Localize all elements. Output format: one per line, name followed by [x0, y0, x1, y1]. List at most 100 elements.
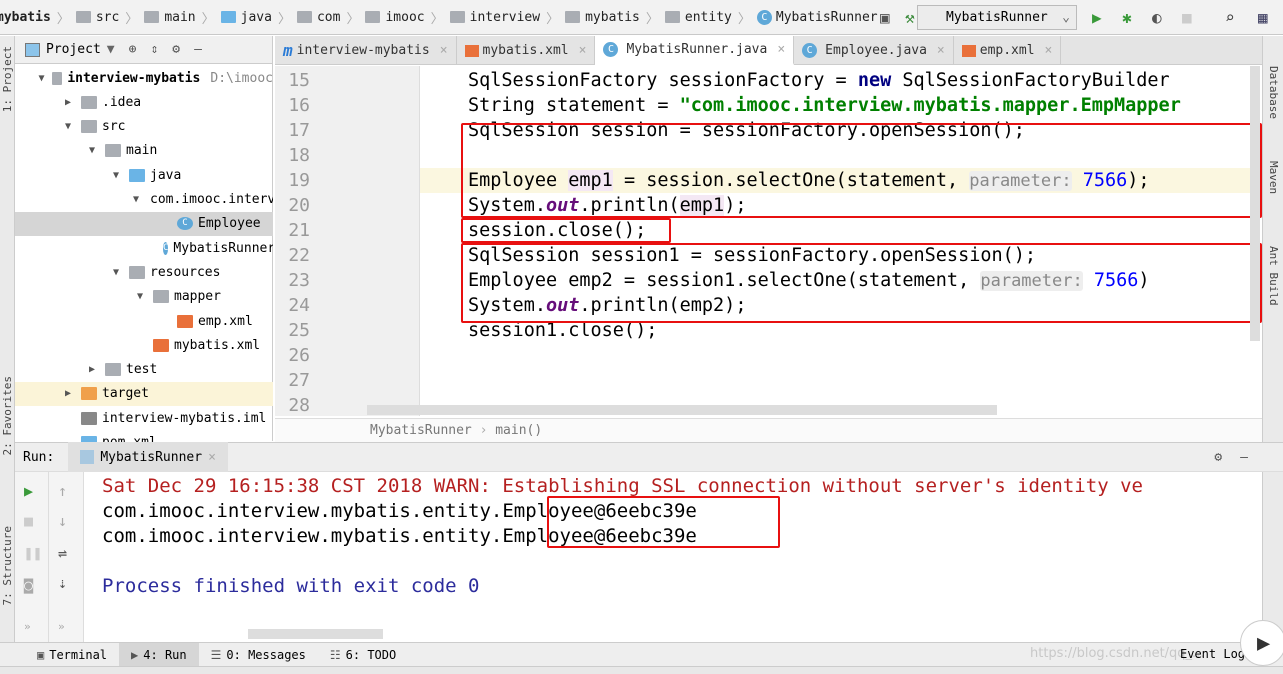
console-output[interactable]: Sat Dec 29 16:15:38 CST 2018 WARN: Estab… — [84, 472, 1262, 642]
crumb-method[interactable]: main() — [495, 423, 542, 438]
run-toolbar-secondary: ↑ ↓ ⇌ ⇣ » — [49, 472, 84, 642]
code-editor[interactable]: 15 16 17 18 19 20 21 22 23 24 25 26 27 28 SqlSessionF… — [275, 66, 1262, 416]
maven-tool-button[interactable]: Maven — [1267, 161, 1280, 194]
chevron-down-icon[interactable]: ▼ — [37, 73, 46, 84]
tool-tab-messages[interactable]: ☰ 0: Messages — [199, 643, 318, 667]
project-structure-icon[interactable]: ▦ — [1258, 8, 1268, 27]
rerun-icon[interactable]: ▶ — [24, 482, 33, 500]
chevron-down-icon[interactable]: ▼ — [109, 267, 123, 278]
coverage-icon[interactable]: ◐ — [1152, 8, 1162, 27]
chevron-right-icon[interactable]: ▶ — [61, 97, 75, 108]
stop-icon[interactable]: ■ — [24, 512, 33, 530]
tree-item[interactable]: C Employee — [15, 211, 273, 236]
horizontal-scrollbar[interactable] — [248, 629, 383, 639]
tree-item[interactable]: C MybatisRunner — [15, 236, 273, 260]
project-view-icon — [25, 42, 40, 57]
tree-item[interactable]: ▼ interview-mybatis D:\imooc — [15, 66, 273, 90]
pause-icon[interactable]: ❚❚ — [24, 544, 42, 562]
favorites-tool-button[interactable]: 2: Favorites — [1, 376, 14, 455]
tab-interview-mybatis[interactable]: m interview-mybatis × — [275, 36, 457, 65]
locate-icon[interactable]: ⊕ — [129, 42, 137, 57]
breadcrumb-item[interactable]: mybatis — [561, 10, 644, 25]
structure-tool-button[interactable]: 7: Structure — [1, 526, 14, 605]
collapse-all-icon[interactable]: ⇕ — [150, 42, 158, 57]
stop-icon[interactable]: ■ — [1182, 8, 1192, 27]
tree-item[interactable]: ▼ java — [15, 163, 273, 187]
gear-icon[interactable]: ⚙ — [1214, 450, 1222, 465]
camera-icon[interactable]: ◙ — [24, 576, 33, 594]
tree-item[interactable]: ▶ .idea — [15, 90, 273, 114]
build-hammer-icon[interactable]: ⚒ — [905, 8, 915, 27]
tree-item[interactable]: ▼ com.imooc.interview — [15, 188, 273, 212]
breadcrumb-item[interactable]: interview — [446, 10, 544, 25]
database-tool-button[interactable]: Database — [1267, 66, 1280, 119]
more-icon[interactable]: » — [58, 620, 65, 633]
tool-tab-terminal[interactable]: ▣ Terminal — [25, 643, 119, 667]
close-icon[interactable]: × — [777, 42, 785, 57]
hide-icon[interactable]: — — [194, 42, 202, 57]
tree-item[interactable]: emp.xml — [15, 309, 273, 333]
search-icon[interactable]: ⌕ — [1225, 8, 1235, 27]
tree-item[interactable]: ▼ src — [15, 115, 273, 139]
hide-icon[interactable]: — — [1240, 450, 1248, 465]
tree-item[interactable]: interview-mybatis.iml — [15, 406, 273, 430]
tree-item[interactable]: ▼ mapper — [15, 285, 273, 309]
gear-icon[interactable]: ⚙ — [172, 42, 180, 57]
down-arrow-icon[interactable]: ↓ — [58, 512, 67, 530]
soft-wrap-icon[interactable]: ⇌ — [58, 544, 67, 562]
run-icon[interactable]: ▶ — [1092, 8, 1102, 27]
ant-build-tool-button[interactable]: Ant Build — [1267, 246, 1280, 306]
tab-mybatis-xml[interactable]: mybatis.xml × — [457, 36, 596, 65]
tree-item[interactable]: mybatis.xml — [15, 333, 273, 357]
tab-emp-xml[interactable]: emp.xml × — [954, 36, 1062, 65]
run-tab[interactable]: MybatisRunner × — [68, 442, 228, 472]
breadcrumb-item[interactable]: imooc — [361, 10, 428, 25]
more-icon[interactable]: » — [24, 620, 31, 633]
folder-icon — [220, 11, 236, 23]
crumb-class[interactable]: MybatisRunner — [370, 423, 472, 438]
breadcrumb-item[interactable]: C MybatisRunner — [753, 9, 882, 25]
vertical-scrollbar[interactable] — [1250, 66, 1260, 341]
tree-item-label: emp.xml — [198, 313, 253, 329]
chevron-right-icon[interactable]: ▶ — [61, 388, 75, 399]
breadcrumb-item[interactable]: java — [217, 10, 276, 25]
up-arrow-icon[interactable]: ↑ — [58, 482, 67, 500]
scroll-to-end-icon[interactable]: ⇣ — [58, 574, 67, 592]
breadcrumb-item[interactable]: entity — [661, 10, 736, 25]
tool-tab-todo[interactable]: ☷ 6: TODO — [318, 643, 408, 667]
run-config-icon — [80, 450, 95, 464]
chevron-right-icon[interactable]: ▶ — [85, 364, 99, 375]
video-play-button[interactable]: ▶ — [1240, 620, 1283, 666]
debug-icon[interactable]: ✱ — [1122, 8, 1132, 27]
chevron-down-icon[interactable]: ▼ — [107, 42, 115, 57]
tab-mybatisrunner-java[interactable]: C MybatisRunner.java × — [595, 36, 795, 65]
horizontal-scrollbar[interactable] — [367, 405, 997, 415]
project-view-selector[interactable]: Project — [46, 42, 101, 57]
tool-tab-run[interactable]: ▶ 4: Run — [119, 642, 199, 667]
breadcrumb-item[interactable]: com — [293, 10, 344, 25]
project-tool-button[interactable]: 1: Project — [1, 46, 14, 112]
close-icon[interactable]: × — [440, 43, 448, 58]
navigation-bar: mybatis 〉 src 〉 main 〉 java 〉 com 〉 imooc 〉 intervie… — [0, 0, 1283, 35]
tree-item[interactable]: ▼ resources — [15, 260, 273, 284]
breadcrumb-item[interactable]: mybatis — [0, 10, 55, 25]
layout-icon[interactable]: ▣ — [880, 8, 890, 27]
tree-item[interactable]: ▼ main — [15, 139, 273, 163]
breadcrumb-label: java — [240, 9, 272, 25]
close-icon[interactable]: × — [579, 43, 587, 58]
chevron-down-icon[interactable]: ▼ — [133, 291, 147, 302]
chevron-down-icon[interactable]: ▼ — [61, 121, 75, 132]
chevron-down-icon[interactable]: ▼ — [85, 145, 99, 156]
chevron-down-icon[interactable]: ▼ — [109, 170, 123, 181]
run-configuration-select[interactable]: MybatisRunner ⌄ — [917, 5, 1077, 30]
breadcrumb-item[interactable]: src — [72, 10, 123, 25]
tree-item[interactable]: ▶ target — [15, 381, 273, 406]
tab-employee-java[interactable]: C Employee.java × — [794, 36, 954, 65]
event-log-button[interactable]: Event Log — [1180, 647, 1245, 661]
tree-item[interactable]: ▶ test — [15, 358, 273, 382]
chevron-down-icon[interactable]: ▼ — [133, 194, 139, 205]
close-icon[interactable]: × — [937, 43, 945, 58]
breadcrumb-item[interactable]: main — [140, 10, 199, 25]
close-icon[interactable]: × — [1045, 43, 1053, 58]
close-icon[interactable]: × — [208, 450, 216, 465]
